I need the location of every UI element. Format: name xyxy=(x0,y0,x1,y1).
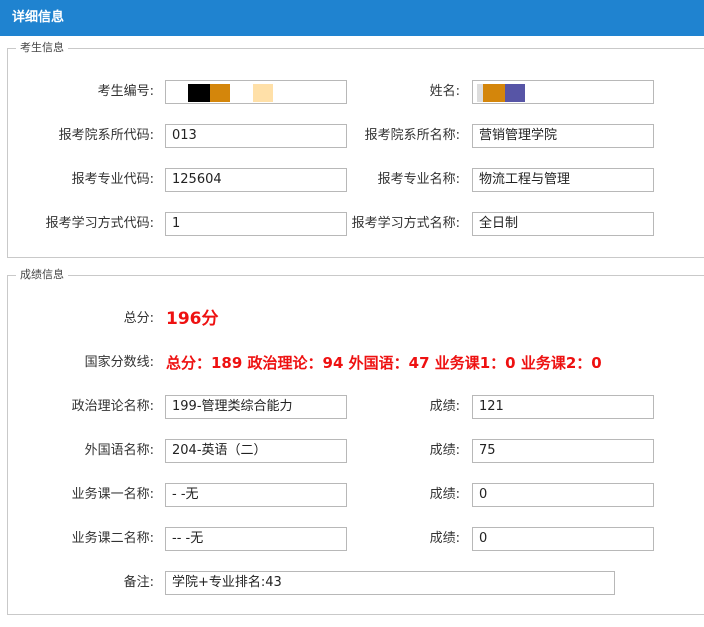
college-name-label: 报考院系所名称: xyxy=(364,128,460,143)
total-score-value: 196分 xyxy=(166,309,219,329)
college-code-field[interactable]: 013 xyxy=(165,124,347,148)
study-mode-code-label: 报考学习方式代码: xyxy=(45,216,154,231)
score-info-legend: 成绩信息 xyxy=(16,268,68,282)
study-mode-name-field[interactable]: 全日制 xyxy=(472,212,654,236)
major-name-field[interactable]: 物流工程与管理 xyxy=(472,168,654,192)
study-mode-code-field[interactable]: 1 xyxy=(165,212,347,236)
politics-score-label: 成绩: xyxy=(429,399,460,414)
remark-label: 备注: xyxy=(123,575,154,590)
redacted-block xyxy=(188,84,210,102)
foreign-name-label: 外国语名称: xyxy=(84,443,154,458)
politics-score-field[interactable]: 121 xyxy=(472,395,654,419)
course1-score-field[interactable]: 0 xyxy=(472,483,654,507)
course1-score-label: 成绩: xyxy=(429,487,460,502)
study-mode-name-label: 报考学习方式名称: xyxy=(351,216,460,231)
redacted-block xyxy=(505,84,525,102)
national-line-label: 国家分数线: xyxy=(84,355,154,370)
name-label: 姓名: xyxy=(429,84,460,99)
redacted-block xyxy=(483,84,505,102)
course1-name-field[interactable]: - -无 xyxy=(165,483,347,507)
exam-no-label: 考生编号: xyxy=(97,84,154,99)
foreign-score-field[interactable]: 75 xyxy=(472,439,654,463)
course1-name-label: 业务课一名称: xyxy=(71,487,154,502)
major-code-field[interactable]: 125604 xyxy=(165,168,347,192)
national-line-value: 总分：189 政治理论：94 外国语：47 业务课1：0 业务课2：0 xyxy=(166,354,602,372)
name-field[interactable] xyxy=(472,80,654,104)
college-name-field[interactable]: 营销管理学院 xyxy=(472,124,654,148)
redacted-block xyxy=(253,84,273,102)
redacted-block xyxy=(210,84,230,102)
course2-score-field[interactable]: 0 xyxy=(472,527,654,551)
politics-name-field[interactable]: 199-管理类综合能力 xyxy=(165,395,347,419)
politics-name-label: 政治理论名称: xyxy=(71,399,154,414)
foreign-name-field[interactable]: 204-英语（二） xyxy=(165,439,347,463)
exam-no-field[interactable] xyxy=(165,80,347,104)
total-score-label: 总分: xyxy=(123,311,154,326)
course2-name-field[interactable]: -- -无 xyxy=(165,527,347,551)
remark-field[interactable]: 学院+专业排名:43 xyxy=(165,571,615,595)
major-name-label: 报考专业名称: xyxy=(377,172,460,187)
college-code-label: 报考院系所代码: xyxy=(58,128,154,143)
foreign-score-label: 成绩: xyxy=(429,443,460,458)
course2-name-label: 业务课二名称: xyxy=(71,531,154,546)
candidate-info-legend: 考生信息 xyxy=(16,41,68,55)
major-code-label: 报考专业代码: xyxy=(71,172,154,187)
course2-score-label: 成绩: xyxy=(429,531,460,546)
window-title: 详细信息 xyxy=(0,0,704,36)
